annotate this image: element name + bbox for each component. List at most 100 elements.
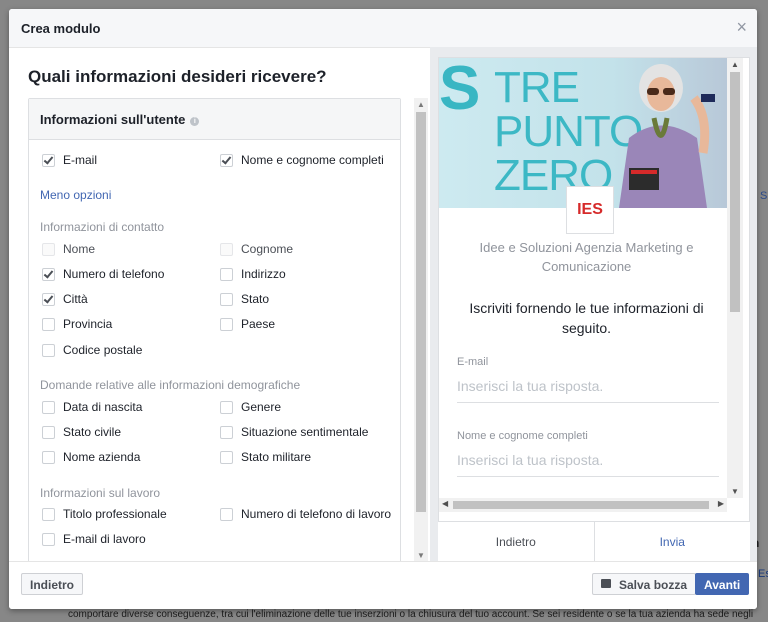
dialog-title: Crea modulo xyxy=(21,21,101,36)
checkbox[interactable] xyxy=(220,292,233,306)
card-header: Informazioni sull'utente i xyxy=(29,99,400,140)
less-options-link[interactable]: Meno opzioni xyxy=(40,188,111,202)
contact-section-label: Informazioni di contatto xyxy=(40,220,165,234)
option-postal-code[interactable]: Codice postale xyxy=(42,343,142,357)
option-marital-status[interactable]: Stato civile xyxy=(42,425,121,439)
logo-text: IES xyxy=(577,201,603,218)
card-title: Informazioni sull'utente i xyxy=(40,112,200,127)
questions-scrollbar[interactable]: ▲ ▼ xyxy=(414,98,428,562)
dialog-footer: Indietro Salva bozza Avanti xyxy=(9,561,757,609)
option-state[interactable]: Stato xyxy=(220,292,269,306)
next-button[interactable]: Avanti xyxy=(695,573,750,595)
checkbox[interactable] xyxy=(220,400,233,414)
full-name-field[interactable]: Inserisci la tua risposta. xyxy=(457,452,719,477)
background-policy-text: comportare diverse conseguenze, tra cui … xyxy=(68,609,754,620)
back-button[interactable]: Indietro xyxy=(21,573,83,595)
option-birth-date[interactable]: Data di nascita xyxy=(42,400,142,414)
option-label: Indirizzo xyxy=(241,267,286,281)
checkbox[interactable] xyxy=(42,507,55,521)
option-first-name[interactable]: Nome xyxy=(42,242,95,256)
checkbox[interactable] xyxy=(42,267,55,281)
demographic-section-label: Domande relative alle informazioni demog… xyxy=(40,378,301,392)
checkbox[interactable] xyxy=(42,292,55,306)
option-label: Genere xyxy=(241,400,282,414)
field-label-full-name: Nome e cognome completi xyxy=(457,430,588,442)
option-label: Città xyxy=(63,292,88,306)
option-label: E-mail di lavoro xyxy=(63,532,146,546)
option-gender[interactable]: Genere xyxy=(220,400,281,414)
option-full-name[interactable]: Nome e cognome completi xyxy=(220,153,384,167)
preview-footer: Indietro Invia xyxy=(438,521,750,563)
background-side-link: Es xyxy=(758,568,768,580)
option-work-phone[interactable]: Numero di telefono di lavoro xyxy=(220,507,391,521)
form-intro: Iscriviti fornendo le tue informazioni d… xyxy=(469,300,704,336)
info-icon[interactable]: i xyxy=(190,117,200,126)
preview-send-button[interactable]: Invia xyxy=(595,522,751,563)
scrollbar-thumb[interactable] xyxy=(453,501,709,509)
background-side-text: S xyxy=(760,190,768,202)
option-address[interactable]: Indirizzo xyxy=(220,267,286,281)
checkbox[interactable] xyxy=(42,317,55,331)
banner-line: TRE xyxy=(494,63,580,112)
option-label: Stato xyxy=(241,292,270,306)
questions-scroll-area: Informazioni sull'utente i E-mail Nome e … xyxy=(28,98,401,562)
scroll-down-icon[interactable]: ▼ xyxy=(417,551,425,560)
checkbox[interactable] xyxy=(42,450,55,464)
checkbox[interactable] xyxy=(220,317,233,331)
checkbox[interactable] xyxy=(42,343,55,357)
preview-back-button[interactable]: Indietro xyxy=(438,522,595,563)
option-last-name[interactable]: Cognome xyxy=(220,242,293,256)
preview-frame: S TRE PUNTO ZERO IES Idee e Soluzioni Ag… xyxy=(438,57,750,522)
checkbox[interactable] xyxy=(42,153,55,167)
save-draft-button[interactable]: Salva bozza xyxy=(592,573,697,595)
company-name: Idee e Soluzioni Agenzia Marketing e Com… xyxy=(479,240,694,274)
scroll-down-icon[interactable]: ▼ xyxy=(731,487,739,496)
option-email[interactable]: E-mail xyxy=(42,153,97,167)
form-preview-panel: S TRE PUNTO ZERO IES Idee e Soluzioni Ag… xyxy=(430,47,757,563)
questions-panel: Quali informazioni desideri ricevere? In… xyxy=(9,47,429,562)
option-phone[interactable]: Numero di telefono xyxy=(42,267,164,281)
option-military-status[interactable]: Stato militare xyxy=(220,450,311,464)
checkbox[interactable] xyxy=(220,450,233,464)
checkbox[interactable] xyxy=(220,507,233,521)
email-field[interactable]: Inserisci la tua risposta. xyxy=(457,378,719,403)
checkbox[interactable] xyxy=(220,425,233,439)
option-label: Nome xyxy=(63,242,96,256)
option-label: Nome e cognome completi xyxy=(241,153,384,167)
option-label: E-mail xyxy=(63,153,98,167)
save-icon xyxy=(601,579,611,588)
field-label-email: E-mail xyxy=(457,356,489,368)
checkbox[interactable] xyxy=(220,153,233,167)
preview-horizontal-scrollbar[interactable]: ◀ ▶ xyxy=(439,498,727,512)
option-province[interactable]: Provincia xyxy=(42,317,112,331)
checkbox[interactable] xyxy=(42,242,55,256)
close-icon[interactable]: × xyxy=(736,17,747,37)
dialog-header: Crea modulo × xyxy=(9,9,757,48)
create-form-dialog: Crea modulo × Quali informazioni desider… xyxy=(9,9,757,609)
option-label: Paese xyxy=(241,317,276,331)
option-label: Data di nascita xyxy=(63,400,143,414)
option-company-name[interactable]: Nome azienda xyxy=(42,450,140,464)
scrollbar-thumb[interactable] xyxy=(730,72,740,312)
card-title-text: Informazioni sull'utente xyxy=(40,112,186,127)
checkbox[interactable] xyxy=(42,532,55,546)
scroll-left-icon[interactable]: ◀ xyxy=(442,499,448,508)
scroll-up-icon[interactable]: ▲ xyxy=(731,60,739,69)
checkbox[interactable] xyxy=(220,267,233,281)
checkbox[interactable] xyxy=(42,425,55,439)
option-job-title[interactable]: Titolo professionale xyxy=(42,507,167,521)
option-work-email[interactable]: E-mail di lavoro xyxy=(42,532,146,546)
option-label: Numero di telefono di lavoro xyxy=(241,507,392,521)
checkbox[interactable] xyxy=(42,400,55,414)
preview-vertical-scrollbar[interactable]: ▲ ▼ xyxy=(727,58,743,498)
option-country[interactable]: Paese xyxy=(220,317,275,331)
option-city[interactable]: Città xyxy=(42,292,88,306)
scrollbar-thumb[interactable] xyxy=(416,112,426,512)
scroll-up-icon[interactable]: ▲ xyxy=(417,100,425,109)
option-label: Codice postale xyxy=(63,343,143,357)
work-section-label: Informazioni sul lavoro xyxy=(40,486,161,500)
scroll-right-icon[interactable]: ▶ xyxy=(718,499,724,508)
checkbox[interactable] xyxy=(220,242,233,256)
banner-s: S xyxy=(439,58,481,123)
option-relationship-status[interactable]: Situazione sentimentale xyxy=(220,425,368,439)
